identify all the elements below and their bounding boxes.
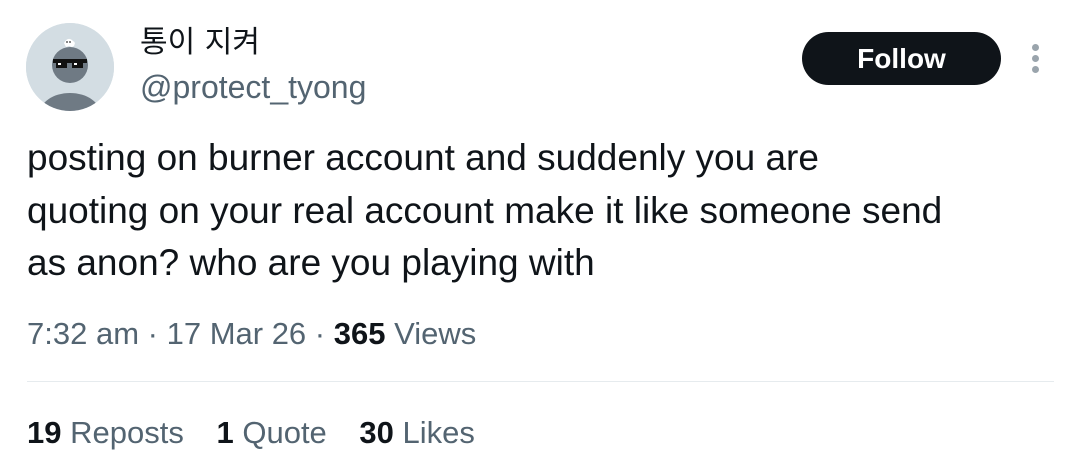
tweet-date[interactable]: 17 Mar 26 (167, 316, 307, 351)
reposts-count: 19 (27, 415, 62, 450)
more-options-button[interactable] (1022, 40, 1050, 76)
quotes-count: 1 (216, 415, 234, 450)
avatar-with-sunglasses-icon (26, 23, 114, 111)
meta-separator: · (147, 316, 158, 351)
follow-button[interactable]: Follow (802, 32, 1001, 85)
views-count[interactable]: 365 (334, 316, 386, 351)
likes-stat[interactable]: 30 Likes (359, 413, 474, 453)
avatar[interactable] (26, 23, 114, 111)
display-name[interactable]: 통이 지켜 (140, 24, 260, 62)
tweet-text: posting on burner account and suddenly y… (27, 137, 943, 283)
views-label[interactable]: Views (394, 316, 476, 351)
quotes-stat[interactable]: 1 Quote (216, 413, 326, 453)
user-handle[interactable]: @protect_tyong (140, 68, 366, 106)
quotes-label: Quote (242, 415, 327, 450)
tweet-stats: 19 Reposts 1 Quote 30 Likes (27, 413, 499, 453)
likes-label: Likes (402, 415, 475, 450)
likes-count: 30 (359, 415, 394, 450)
tweet-card: 통이 지켜 @protect_tyong Follow posting on b… (0, 0, 1080, 463)
reposts-label: Reposts (70, 415, 184, 450)
reposts-stat[interactable]: 19 Reposts (27, 413, 184, 453)
tweet-time[interactable]: 7:32 am (27, 316, 139, 351)
meta-separator: · (314, 316, 326, 351)
divider (27, 381, 1054, 382)
tweet-meta: 7:32 am · 17 Mar 26 · 365 Views (27, 314, 476, 354)
